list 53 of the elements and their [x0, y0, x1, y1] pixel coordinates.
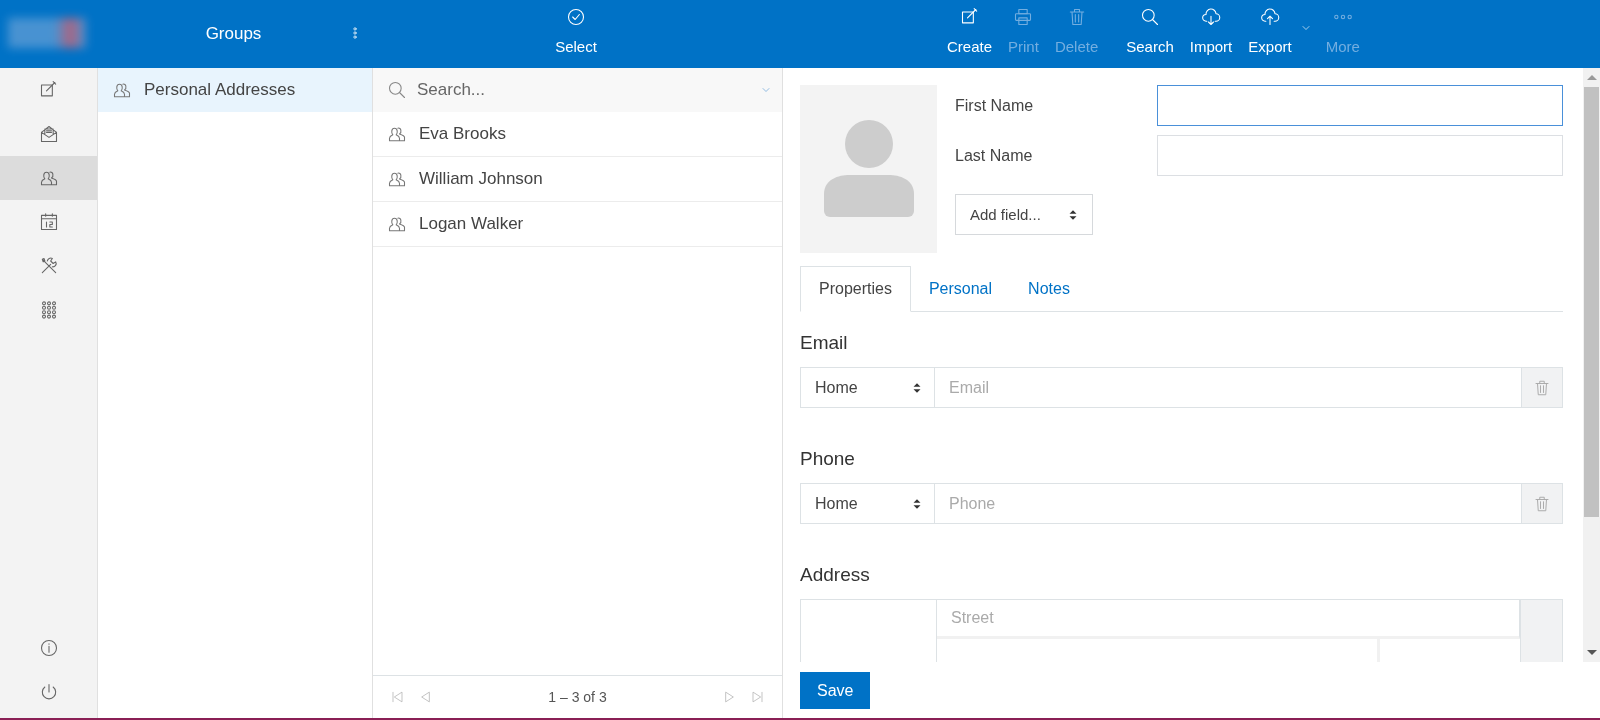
people-icon: [112, 80, 132, 100]
search-icon: [387, 80, 407, 100]
search-field[interactable]: Search...: [373, 68, 782, 112]
people-icon: [387, 124, 407, 144]
delete-button[interactable]: [1522, 367, 1563, 408]
trash-icon: [1533, 494, 1551, 513]
people-icon: [38, 168, 59, 188]
people-icon: [387, 169, 407, 189]
toolbar-button[interactable]: Create: [941, 0, 999, 55]
toolbar-button[interactable]: Import: [1183, 0, 1239, 55]
type-dropdown[interactable]: Home: [800, 483, 935, 524]
tab[interactable]: Notes: [1010, 266, 1088, 312]
toolbar-button[interactable]: Search: [1120, 0, 1180, 55]
last-page-icon: [750, 689, 766, 705]
save-button[interactable]: Save: [800, 672, 871, 709]
page-count: 1 – 3 of 3: [547, 689, 608, 705]
group-label: Personal Addresses: [144, 80, 296, 100]
contact-name: Logan Walker: [419, 214, 524, 234]
calendar-icon: [38, 212, 59, 232]
toolbar-button[interactable]: Export: [1242, 0, 1316, 55]
printer-icon: [1013, 7, 1034, 27]
contact-item[interactable]: William Johnson: [373, 157, 782, 202]
tab[interactable]: Properties: [800, 266, 911, 312]
section-heading: Email: [800, 332, 849, 354]
add-field-dropdown[interactable]: Add field...: [955, 194, 1093, 235]
nav-item[interactable]: [0, 156, 97, 200]
field-label: First Name: [955, 96, 1035, 115]
groups-title: Groups: [205, 24, 262, 44]
contact-item[interactable]: Eva Brooks: [373, 112, 782, 157]
first-page-icon: [389, 689, 405, 705]
input-field[interactable]: [1157, 85, 1563, 126]
trash-icon: [1533, 378, 1551, 397]
contact-name: Eva Brooks: [419, 124, 506, 144]
delete-button[interactable]: [1522, 483, 1563, 524]
contact-item[interactable]: Logan Walker: [373, 202, 782, 247]
tab[interactable]: Personal: [910, 266, 1011, 312]
type-dropdown[interactable]: Home: [800, 367, 935, 408]
check-circle-icon: [566, 7, 586, 27]
cloud-upload-icon: [1259, 7, 1280, 27]
envelope-icon: [38, 124, 59, 144]
people-icon: [387, 214, 407, 234]
search-icon: [1140, 7, 1160, 27]
contact-name: William Johnson: [419, 169, 543, 189]
field-label: Last Name: [955, 146, 1034, 165]
group-item[interactable]: Personal Addresses: [98, 68, 372, 112]
avatar-silhouette-icon: [823, 119, 914, 219]
select-button[interactable]: Select: [549, 0, 603, 68]
section-heading: Phone: [800, 448, 856, 470]
section-heading: Address: [800, 564, 871, 586]
scrollbar[interactable]: [1583, 68, 1600, 662]
info-icon: [38, 638, 59, 658]
cloud-download-icon: [1201, 7, 1221, 27]
side-panel: [1520, 599, 1563, 662]
